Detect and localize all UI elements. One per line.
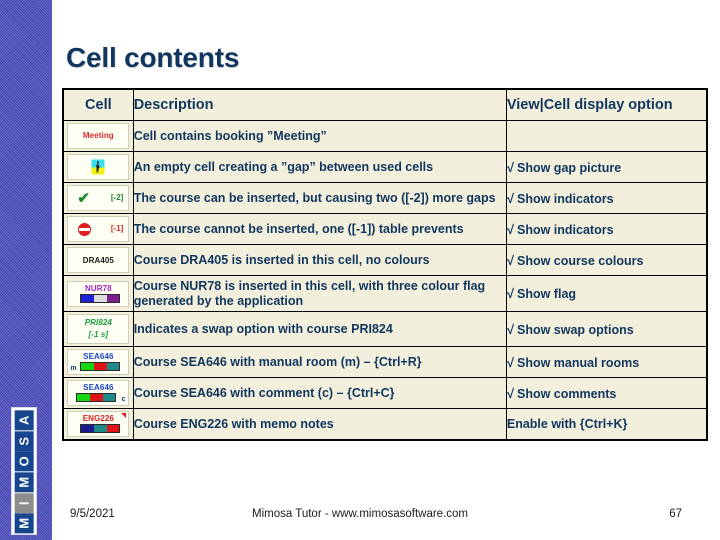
slide-footer: 9/5/2021 Mimosa Tutor - www.mimosasoftwa…: [0, 505, 720, 535]
row-option-label: Show course colours: [517, 253, 644, 268]
cell-preview: SEA646 m: [62, 346, 134, 378]
no-entry-icon: [78, 223, 92, 236]
cell-contents-table: Cell Description View|Cell display optio…: [62, 88, 708, 441]
manual-room-icon: SEA646 m: [67, 349, 130, 375]
row-description: The course cannot be inserted, one ([-1]…: [132, 213, 507, 245]
cell-preview-label: SEA646: [83, 383, 114, 392]
row-option-label: Show manual rooms: [517, 355, 640, 370]
no-entry-indicator-icon: [-1]: [67, 216, 130, 242]
cell-preview-label: PRI824: [84, 318, 112, 327]
check-icon: √: [506, 221, 514, 237]
left-decorative-band: M I M O S A: [0, 0, 52, 540]
row-option-label: Show swap options: [517, 322, 634, 337]
row-option: √ Show swap options: [505, 311, 708, 347]
column-header-description: Description: [132, 88, 507, 121]
logo-letter: M: [14, 472, 34, 493]
row-option-label: Show indicators: [517, 191, 614, 206]
row-option: √ Show indicators: [505, 213, 708, 245]
check-icon: √: [506, 252, 514, 268]
comment-marker: c: [121, 396, 126, 403]
course-plain-icon: DRA405: [67, 247, 130, 273]
cell-preview: DRA405: [62, 244, 134, 276]
row-description: Course DRA405 is inserted in this cell, …: [132, 244, 507, 276]
check-icon: √: [506, 286, 514, 301]
cell-preview: ENG226: [62, 408, 134, 441]
table-row: PRI824 [-1 s] Indicates a swap option wi…: [62, 311, 708, 347]
row-option: [505, 120, 708, 152]
check-icon: √: [506, 321, 514, 337]
table-row: [-1] The course cannot be inserted, one …: [62, 213, 708, 245]
row-description: Course ENG226 with memo notes: [132, 408, 507, 441]
table-row: An empty cell creating a ”gap” between u…: [62, 151, 708, 183]
row-option: Enable with {Ctrl+K}: [505, 408, 708, 441]
row-option-label: Show indicators: [517, 222, 614, 237]
manual-room-marker: m: [70, 365, 77, 372]
row-description: Course SEA646 with comment (c) – {Ctrl+C…: [132, 377, 507, 409]
table-row: SEA646 m Course SEA646 with manual room …: [62, 346, 708, 378]
row-option: √ Show gap picture: [505, 151, 708, 183]
colour-flag-icon: [76, 393, 117, 402]
logo-letter: S: [14, 430, 34, 451]
page-title: Cell contents: [66, 42, 240, 73]
table-row: SEA646 c Course SEA646 with comment (c) …: [62, 377, 708, 409]
cell-preview-label2: [-1 s]: [88, 330, 109, 339]
row-option-label: Show comments: [517, 386, 617, 401]
column-header-cell: Cell: [62, 88, 134, 121]
cell-preview-label: SEA646: [83, 352, 114, 361]
checkmark-icon: ✔: [77, 190, 90, 207]
logo-letter: A: [14, 410, 34, 431]
table-row: ✔ [-2] The course can be inserted, but c…: [62, 182, 708, 214]
row-description: Indicates a swap option with course PRI8…: [132, 311, 507, 347]
cell-preview-label: Meeting: [82, 131, 114, 140]
colour-flag-icon: [80, 424, 121, 433]
check-icon: √: [506, 385, 514, 401]
footer-center-text: Mimosa Tutor - www.mimosasoftware.com: [252, 508, 468, 520]
cell-preview: ✔ [-2]: [62, 182, 134, 214]
gap-picture-icon: [67, 154, 130, 180]
cell-preview: SEA646 c: [62, 377, 134, 409]
running-man-icon: [91, 159, 105, 175]
check-icon: √: [506, 190, 514, 206]
row-option-label: Show flag: [517, 287, 577, 301]
row-description: Cell contains booking ”Meeting”: [132, 120, 507, 152]
check-icon: √: [506, 159, 514, 175]
swap-option-icon: PRI824 [-1 s]: [67, 314, 130, 344]
row-description: An empty cell creating a ”gap” between u…: [132, 151, 507, 183]
table-header-row: Cell Description View|Cell display optio…: [62, 88, 708, 121]
row-description: The course can be inserted, but causing …: [132, 182, 507, 214]
row-description: Course SEA646 with manual room (m) – {Ct…: [132, 346, 507, 378]
indicator-value: [-1]: [110, 224, 124, 233]
footer-page-number: 67: [669, 508, 682, 520]
green-check-indicator-icon: ✔ [-2]: [67, 185, 130, 211]
booking-meeting-icon: Meeting: [67, 123, 130, 149]
cell-preview: [62, 151, 134, 183]
cell-preview: PRI824 [-1 s]: [62, 311, 134, 347]
row-option: √ Show flag: [505, 275, 708, 312]
colour-flag-icon: [80, 293, 121, 303]
course-flag-icon: NUR78: [67, 280, 130, 307]
row-option: √ Show comments: [505, 377, 708, 409]
row-option-label: Show gap picture: [517, 160, 622, 175]
comment-icon: SEA646 c: [67, 380, 130, 406]
cell-preview: [-1]: [62, 213, 134, 245]
table-row: NUR78 Course NUR78 is inserted in this c…: [62, 275, 708, 312]
table-row: Meeting Cell contains booking ”Meeting”: [62, 120, 708, 152]
indicator-value: [-2]: [110, 193, 124, 202]
row-option: √ Show course colours: [505, 244, 708, 276]
row-description: Course NUR78 is inserted in this cell, w…: [132, 275, 507, 312]
cell-preview: Meeting: [62, 120, 134, 152]
check-icon: √: [506, 354, 514, 370]
row-option: √ Show manual rooms: [505, 346, 708, 378]
cell-preview: NUR78: [62, 275, 134, 312]
table-row: DRA405 Course DRA405 is inserted in this…: [62, 244, 708, 276]
colour-flag-icon: [80, 362, 121, 371]
cell-preview-label: NUR78: [84, 283, 112, 293]
logo-letter: O: [14, 451, 34, 472]
cell-preview-label: DRA405: [82, 256, 114, 265]
memo-notes-icon: ENG226: [67, 411, 130, 437]
cell-preview-label: ENG226: [82, 414, 114, 423]
row-option: √ Show indicators: [505, 182, 708, 214]
column-header-option: View|Cell display option: [505, 88, 708, 121]
table-row: ENG226 Course ENG226 with memo notes Ena…: [62, 408, 708, 441]
